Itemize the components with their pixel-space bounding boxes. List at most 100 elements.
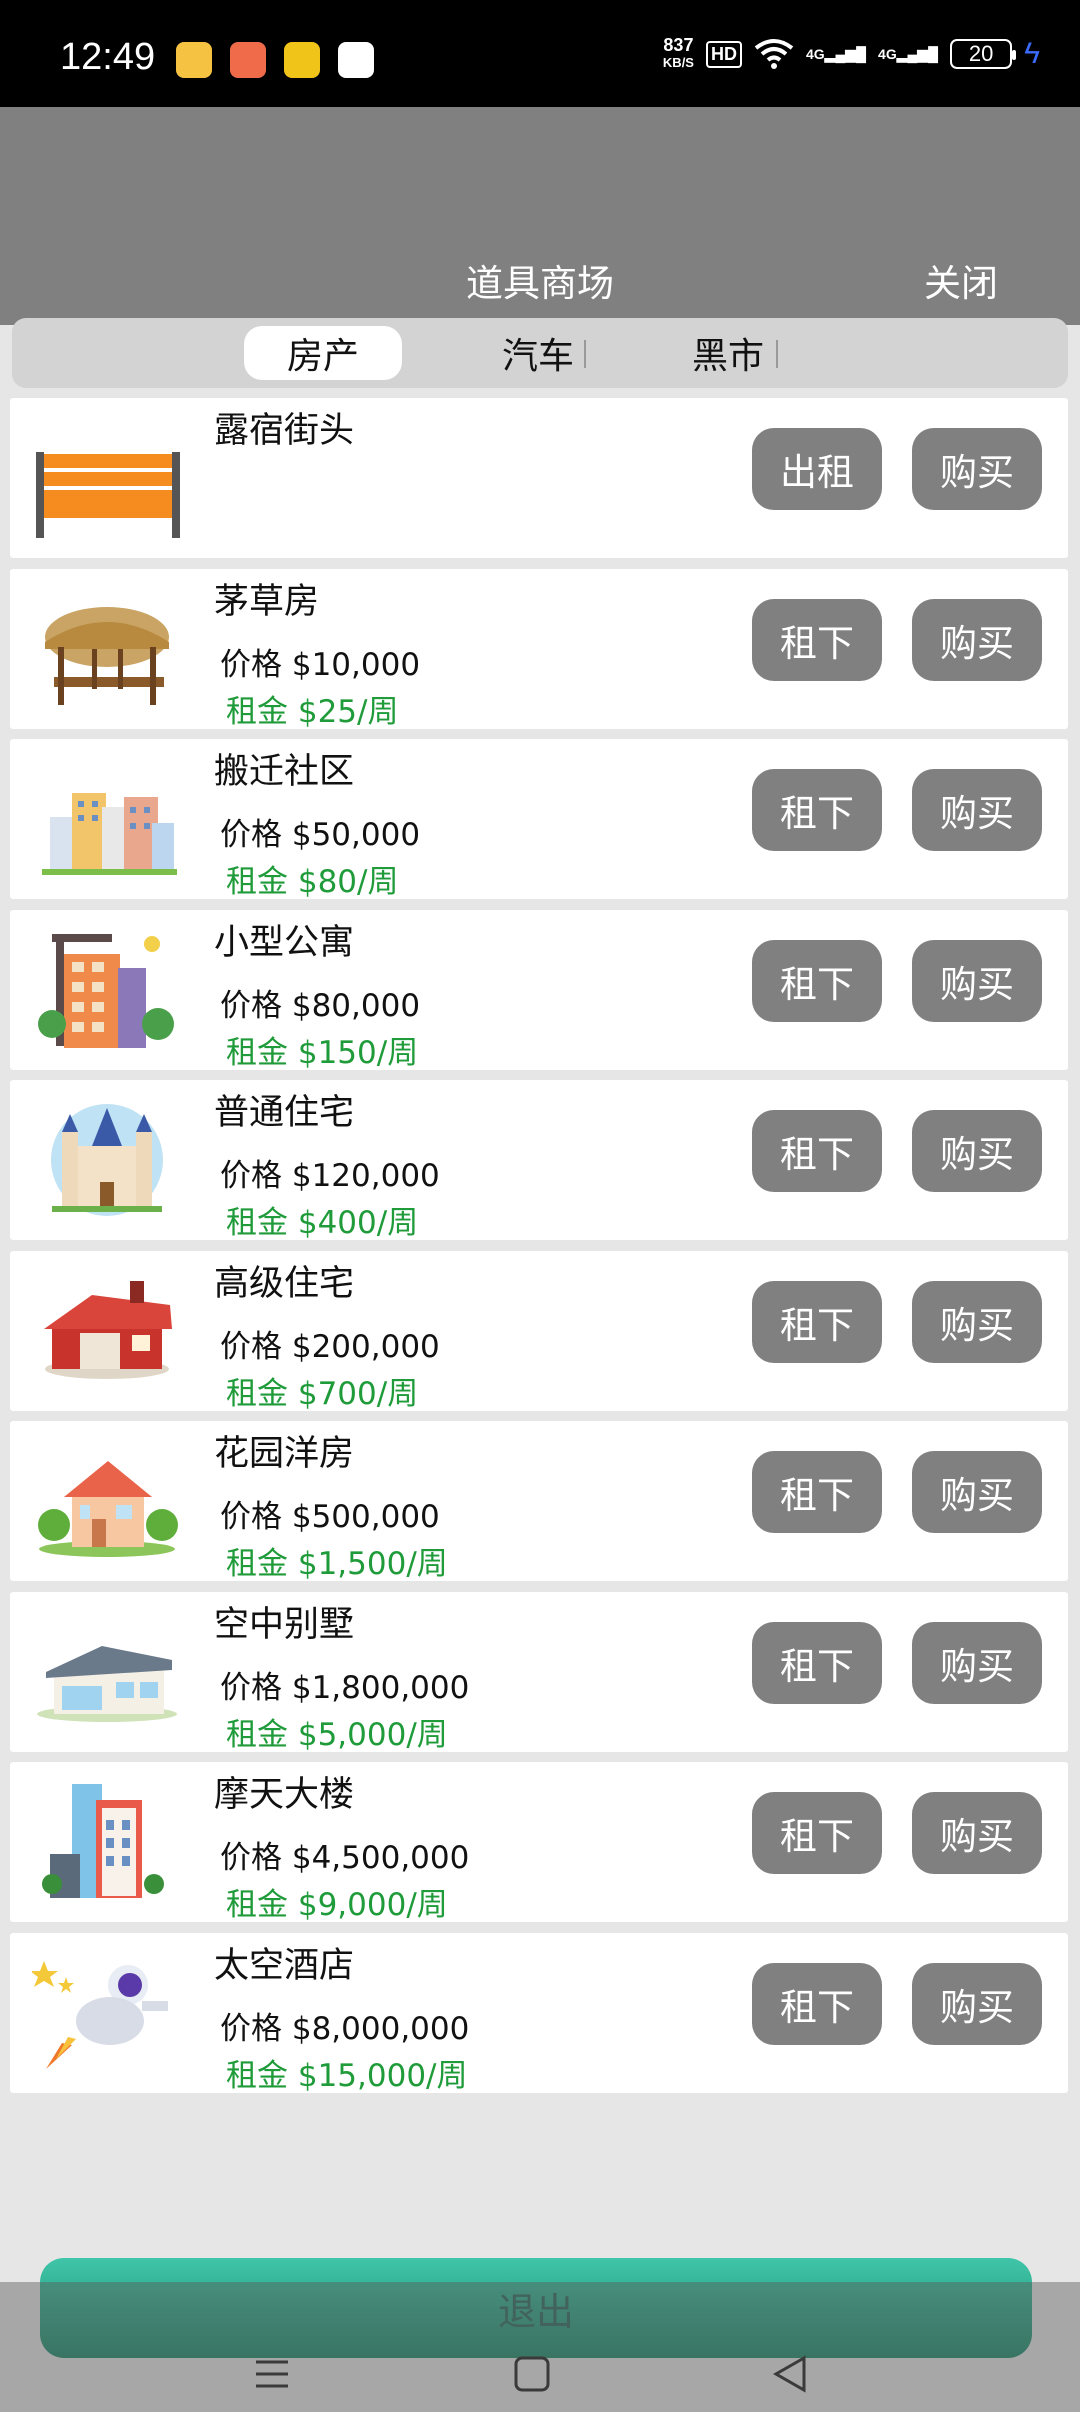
shop-header: 道具商场 关闭 <box>0 107 1080 325</box>
community-buildings-icon <box>42 793 177 875</box>
rent-button[interactable]: 租下 <box>752 1110 882 1192</box>
list-item: 摩天大楼 价格 $4,500,000 租金 $9,000/周 租下 购买 <box>10 1762 1068 1923</box>
list-item: 搬迁社区 价格 $50,000 租金 $80/周 租下 购买 <box>10 739 1068 900</box>
signal-4g-icon-2: 4G▂▄▆█ <box>878 45 939 62</box>
item-rent: 租金 $9,000/周 <box>226 1887 448 1923</box>
rent-button[interactable]: 租下 <box>752 1792 882 1874</box>
item-price: 价格 $10,000 <box>220 646 421 683</box>
battery-icon: 20 <box>950 39 1017 69</box>
item-name: 花园洋房 <box>214 1434 355 1474</box>
rent-button[interactable]: 租下 <box>752 1451 882 1533</box>
list-item: 花园洋房 价格 $500,000 租金 $1,500/周 租下 购买 <box>10 1421 1068 1582</box>
list-item: 空中别墅 价格 $1,800,000 租金 $5,000/周 租下 购买 <box>10 1591 1068 1753</box>
charging-icon: ϟ <box>1024 37 1040 70</box>
buy-button[interactable]: 购买 <box>912 1621 1042 1704</box>
item-name: 茅草房 <box>214 581 320 622</box>
net-speed-unit: KB/S <box>662 55 694 70</box>
item-price: 价格 $4,500,000 <box>220 1840 470 1876</box>
item-rent: 租金 $80/周 <box>226 864 399 900</box>
item-name: 空中别墅 <box>214 1604 355 1645</box>
page-title: 道具商场 <box>466 262 614 305</box>
item-rent: 租金 $25/周 <box>226 693 399 730</box>
villa-icon <box>37 1645 177 1722</box>
item-rent: 租金 $5,000/周 <box>226 1716 448 1753</box>
net-speed-value: 837 <box>663 35 694 55</box>
bench-icon <box>36 452 180 538</box>
item-price: 价格 $8,000,000 <box>220 2010 470 2047</box>
clock: 12:49 <box>60 36 156 78</box>
home-nav-icon[interactable] <box>502 2344 562 2404</box>
garden-house-icon <box>38 1461 178 1557</box>
rent-button[interactable]: 租下 <box>752 1962 882 2045</box>
item-rent: 租金 $150/周 <box>226 1034 419 1071</box>
list-item: 小型公寓 价格 $80,000 租金 $150/周 租下 购买 <box>10 909 1068 1071</box>
item-price: 价格 $80,000 <box>220 987 421 1024</box>
rent-button[interactable]: 租下 <box>752 1621 882 1704</box>
menu-nav-icon[interactable] <box>242 2344 302 2404</box>
skyscraper-icon <box>42 1784 164 1898</box>
tab-black-market[interactable]: 黑市 <box>664 326 792 380</box>
tab-divider <box>776 340 778 368</box>
buy-button[interactable]: 购买 <box>912 939 1042 1022</box>
item-rent: 租金 $700/周 <box>226 1375 419 1412</box>
rent-button[interactable]: 租下 <box>752 769 882 851</box>
reader-app-icon <box>176 42 212 78</box>
tab-property[interactable]: 房产 <box>244 326 402 380</box>
weibo-icon <box>284 42 320 78</box>
red-house-icon <box>44 1280 172 1379</box>
item-name: 露宿街头 <box>214 411 355 451</box>
signal-2-label: 4G <box>878 45 897 62</box>
close-button[interactable]: 关闭 <box>924 253 998 307</box>
buy-button[interactable]: 购买 <box>912 1280 1042 1363</box>
status-bar: 12:49 837 KB/S HD 4G▂▄▆█ 4G▂▄▆█ 20 ϟ <box>0 0 1080 107</box>
list-item: 太空酒店 价格 $8,000,000 租金 $15,000/周 租下 购买 <box>10 1932 1068 2094</box>
item-rent: 租金 $400/周 <box>226 1205 419 1241</box>
list-item: 茅草房 价格 $10,000 租金 $25/周 租下 购买 <box>10 568 1068 730</box>
thatched-hut-icon <box>45 606 169 705</box>
item-price: 价格 $500,000 <box>220 1499 440 1535</box>
item-price: 价格 $1,800,000 <box>220 1669 470 1706</box>
book-app-icon <box>230 42 266 78</box>
system-nav-bar <box>0 2282 1080 2412</box>
rent-button[interactable]: 租下 <box>752 598 882 681</box>
list-item: 高级住宅 价格 $200,000 租金 $700/周 租下 购买 <box>10 1250 1068 1412</box>
hd-icon: HD <box>705 40 742 68</box>
rent-button[interactable]: 租下 <box>752 939 882 1022</box>
tab-divider <box>584 340 586 368</box>
item-rent: 租金 $1,500/周 <box>226 1546 448 1582</box>
castle-house-icon <box>51 1104 163 1216</box>
item-name: 高级住宅 <box>214 1263 355 1304</box>
item-name: 摩天大楼 <box>214 1775 355 1815</box>
property-list: 露宿街头 出租 购买 茅草房 价格 $10,000 租金 $25/周 租下 购买 <box>10 398 1068 2103</box>
category-tabs: 房产 汽车 黑市 <box>12 318 1068 388</box>
lease-out-button[interactable]: 出租 <box>752 428 882 510</box>
item-rent: 租金 $15,000/周 <box>226 2057 468 2094</box>
item-price: 价格 $50,000 <box>220 817 421 853</box>
list-item: 普通住宅 价格 $120,000 租金 $400/周 租下 购买 <box>10 1080 1068 1241</box>
buy-button[interactable]: 购买 <box>912 1962 1042 2045</box>
signal-1-label: 4G <box>805 45 825 62</box>
game-app-icon <box>338 42 374 78</box>
buy-button[interactable]: 购买 <box>912 1451 1042 1533</box>
item-name: 搬迁社区 <box>214 752 355 792</box>
buy-button[interactable]: 购买 <box>912 598 1042 681</box>
apartment-icon <box>38 933 174 1048</box>
rent-button[interactable]: 租下 <box>752 1280 882 1363</box>
battery-level: 20 <box>968 41 994 66</box>
astronaut-icon <box>32 1960 168 2069</box>
buy-button[interactable]: 购买 <box>912 769 1042 851</box>
buy-button[interactable]: 购买 <box>912 1110 1042 1192</box>
signal-4g-icon-1: 4G▂▄▆█ <box>805 45 867 62</box>
buy-button[interactable]: 购买 <box>912 1792 1042 1874</box>
item-name: 小型公寓 <box>214 922 355 963</box>
wifi-icon <box>754 39 794 69</box>
tab-car[interactable]: 汽车 <box>474 326 602 380</box>
item-price: 价格 $200,000 <box>220 1328 440 1365</box>
back-nav-icon[interactable] <box>760 2344 820 2404</box>
notification-icons <box>176 42 374 78</box>
item-name: 普通住宅 <box>214 1093 355 1133</box>
net-speed: 837 KB/S <box>663 36 694 72</box>
buy-button[interactable]: 购买 <box>912 428 1042 510</box>
list-item: 露宿街头 出租 购买 <box>10 398 1068 558</box>
item-price: 价格 $120,000 <box>220 1158 440 1194</box>
